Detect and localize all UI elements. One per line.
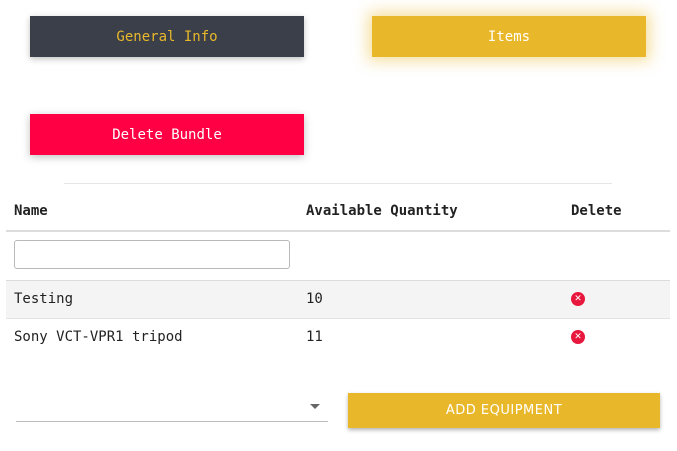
row-name: Testing <box>14 291 74 307</box>
add-equipment-button[interactable]: ADD EQUIPMENT <box>348 393 660 428</box>
equipment-select[interactable] <box>16 394 328 422</box>
row-quantity: 11 <box>306 329 323 345</box>
delete-bundle-button[interactable]: Delete Bundle <box>30 114 304 155</box>
tab-items-label: Items <box>487 28 531 45</box>
row-name: Sony VCT-VPR1 tripod <box>14 329 183 345</box>
table-row: Sony VCT-VPR1 tripod 11 ✕ <box>6 319 670 356</box>
table-row: Testing 10 ✕ <box>6 281 670 319</box>
column-header-delete: Delete <box>571 203 622 219</box>
column-header-name[interactable]: Name <box>14 203 48 219</box>
dropdown-arrow-icon <box>310 404 320 409</box>
section-divider <box>64 183 612 184</box>
equipment-table: Name Available Quantity Delete Testing 1… <box>6 193 670 356</box>
delete-bundle-label: Delete Bundle <box>112 126 222 143</box>
tab-general-info-label: General Info <box>116 28 218 45</box>
table-filter-row <box>6 232 670 281</box>
tab-items[interactable]: Items <box>372 16 646 57</box>
remove-circle-icon[interactable]: ✕ <box>571 292 585 306</box>
column-header-available-quantity[interactable]: Available Quantity <box>306 203 458 219</box>
tab-general-info[interactable]: General Info <box>30 16 304 57</box>
remove-circle-icon[interactable]: ✕ <box>571 330 585 344</box>
row-quantity: 10 <box>306 291 323 307</box>
name-filter-input[interactable] <box>14 240 290 269</box>
table-header: Name Available Quantity Delete <box>6 193 670 232</box>
add-equipment-label: ADD EQUIPMENT <box>445 403 563 418</box>
